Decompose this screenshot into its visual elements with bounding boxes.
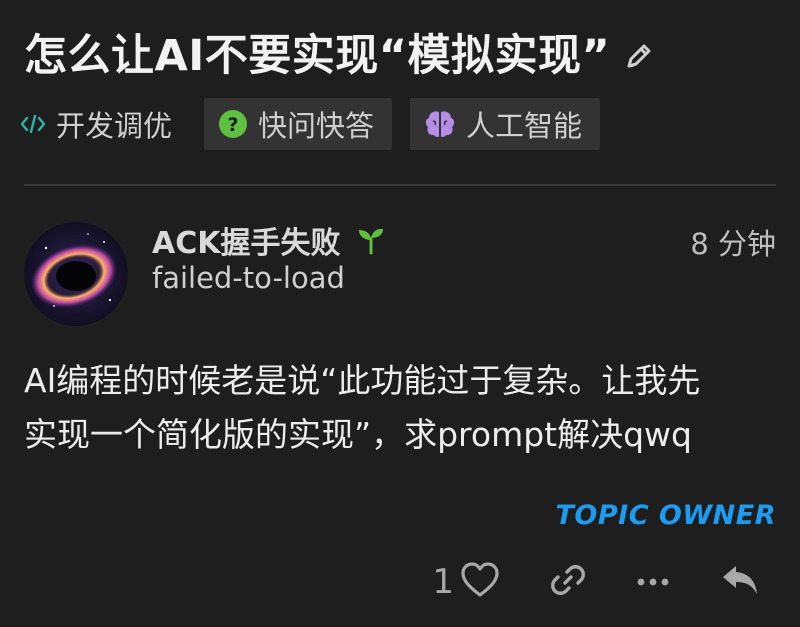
code-icon xyxy=(20,113,46,135)
tag-label: 快问快答 xyxy=(258,109,375,143)
topic-owner-badge: TOPIC OWNER xyxy=(555,500,776,531)
avatar[interactable] xyxy=(24,222,128,326)
reply-icon xyxy=(720,563,760,601)
sprout-icon xyxy=(356,225,386,255)
tag-ai[interactable]: 人工智能 xyxy=(410,98,601,150)
question-circle-icon: ? xyxy=(218,109,248,139)
category-tag[interactable]: 开发调优 xyxy=(20,98,186,150)
heart-icon xyxy=(460,562,500,602)
author-name[interactable]: ACK握手失败 xyxy=(152,218,386,262)
topic-title-row: 怎么让AI不要实现“模拟实现” xyxy=(24,20,784,92)
more-button[interactable] xyxy=(636,556,670,608)
tag-quick-qa[interactable]: ? 快问快答 xyxy=(204,98,393,150)
post-time[interactable]: 8 分钟 xyxy=(690,222,776,266)
author-display-name[interactable]: ACK握手失败 xyxy=(152,218,340,262)
link-icon xyxy=(550,562,586,602)
post-body-line: AI编程的时候老是说“此功能过于复杂。让我先 xyxy=(24,361,701,400)
ellipsis-icon xyxy=(636,573,670,592)
tags-row: 开发调优 ? 快问快答 人工智能 xyxy=(20,98,601,150)
tag-label: 人工智能 xyxy=(466,109,583,143)
category-label: 开发调优 xyxy=(56,109,173,143)
divider xyxy=(24,184,776,186)
post-body-line: 实现一个简化版的实现”，求prompt解决qwq xyxy=(24,415,692,454)
copy-link-button[interactable] xyxy=(550,556,586,608)
like-button[interactable]: 1 xyxy=(432,556,500,608)
like-count: 1 xyxy=(432,562,454,602)
pencil-icon[interactable] xyxy=(622,39,656,73)
post-body: AI编程的时候老是说“此功能过于复杂。让我先 实现一个简化版的实现”，求prom… xyxy=(24,354,764,462)
topic-title: 怎么让AI不要实现“模拟实现” xyxy=(24,31,611,81)
reply-button[interactable] xyxy=(720,556,760,608)
svg-text:?: ? xyxy=(228,114,239,136)
author-handle[interactable]: failed-to-load xyxy=(152,258,345,298)
post-actions: 1 xyxy=(432,556,760,608)
brain-icon xyxy=(424,109,456,139)
